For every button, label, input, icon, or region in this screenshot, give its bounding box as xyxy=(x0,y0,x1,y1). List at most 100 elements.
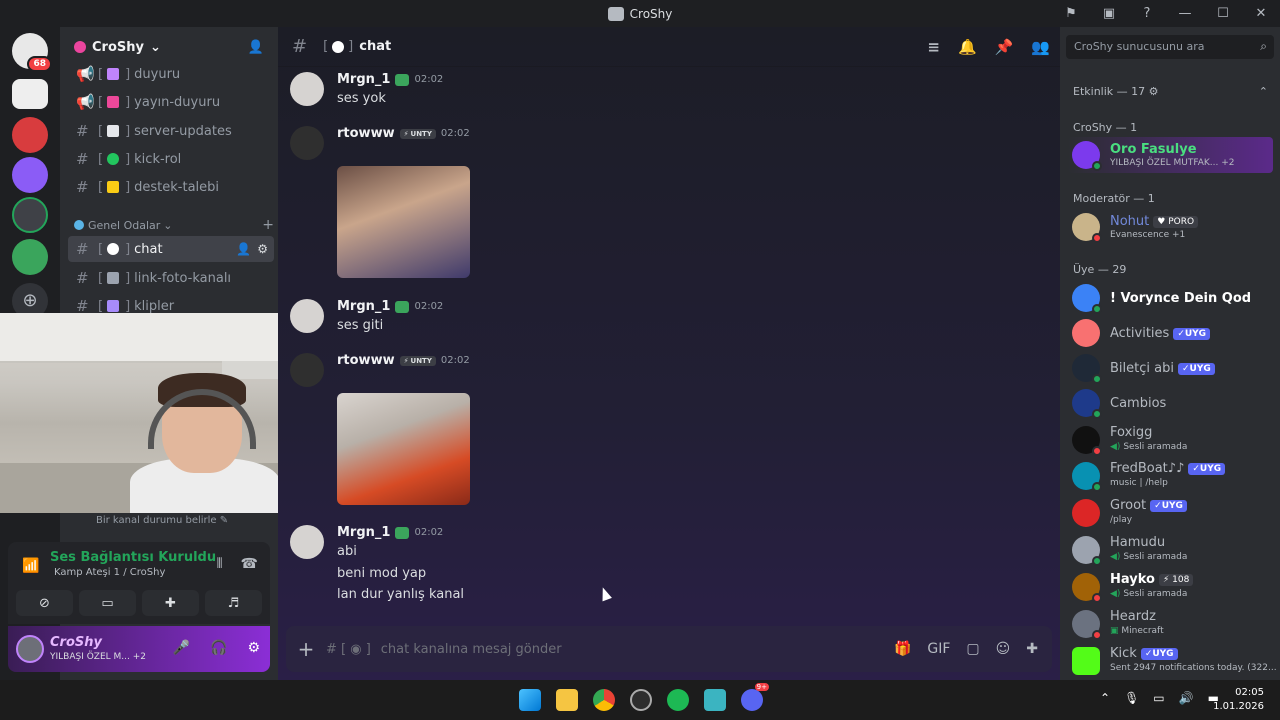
message-header: rtowww ⚡ UNTY 02:02 xyxy=(337,353,470,368)
inbox-icon[interactable]: ▣ xyxy=(1090,0,1128,27)
author-name[interactable]: Mrgn_1 xyxy=(337,299,390,314)
member-row[interactable]: Foxigg ◀) Sesli aramada xyxy=(1068,422,1273,458)
voice-channel[interactable]: Kamp Ateşi 1 / CroShy xyxy=(54,567,165,578)
member-row[interactable]: Kick ✓ UYG Sent 2947 notifications today… xyxy=(1068,643,1277,679)
author-name[interactable]: rtowww xyxy=(337,353,395,368)
member-row[interactable]: ! Vorynce Dein Qod xyxy=(1068,280,1273,316)
member-row[interactable]: FredBoat♪♪ ✓ UYG music | /help xyxy=(1068,458,1273,494)
category-genel-odalar[interactable]: Genel Odalar ⌄ + xyxy=(74,217,274,233)
close-button[interactable]: ✕ xyxy=(1242,0,1280,27)
member-list-icon[interactable]: 👥 xyxy=(1031,38,1050,56)
member-row[interactable]: Hayko ⚡ 108 ◀) Sesli aramada xyxy=(1068,569,1273,605)
noise-suppression-icon[interactable]: ⫴ xyxy=(217,556,223,572)
channel-yayin-duyuru[interactable]: 📢[] yayın-duyuru xyxy=(68,89,274,115)
file-explorer-icon[interactable] xyxy=(556,689,578,711)
chrome-icon[interactable] xyxy=(593,689,615,711)
channel-server-updates[interactable]: #[] server-updates xyxy=(68,118,274,144)
notepad-icon[interactable] xyxy=(704,689,726,711)
add-member-icon[interactable]: 👤 xyxy=(248,40,264,55)
message-image[interactable] xyxy=(337,166,470,278)
invite-icon[interactable]: 👤 xyxy=(236,242,251,256)
channel-kick-rol[interactable]: #[] kick-rol xyxy=(68,146,274,172)
activity-button[interactable]: ✚ xyxy=(142,590,199,616)
member-row[interactable]: Activities ✓ UYG xyxy=(1068,315,1273,351)
gear-icon[interactable]: ⚙ xyxy=(257,242,268,256)
avatar[interactable] xyxy=(290,299,324,333)
avatar[interactable] xyxy=(290,353,324,387)
author-name[interactable]: rtowww xyxy=(337,126,395,141)
obs-icon[interactable] xyxy=(630,689,652,711)
app-badge: ✓ UYG xyxy=(1140,647,1178,660)
message-image[interactable] xyxy=(337,393,470,505)
gift-icon[interactable]: 🎁 xyxy=(894,641,911,657)
server-icon-2[interactable] xyxy=(12,117,48,153)
channel-chat[interactable]: #[] chat 👤 ⚙ xyxy=(68,236,274,262)
server-icon-1[interactable] xyxy=(12,79,48,109)
member-row[interactable]: Groot ✓ UYG /play xyxy=(1068,495,1273,531)
spotify-icon[interactable] xyxy=(667,689,689,711)
chevron-up-icon[interactable]: ⌃ xyxy=(1100,691,1110,705)
member-row[interactable]: Oro Fasulye YILBAŞI ÖZEL MUTFAK... +2 xyxy=(1068,137,1273,173)
avatar[interactable] xyxy=(16,635,44,663)
network-icon[interactable]: ▭ xyxy=(1153,691,1164,705)
member-row[interactable]: Nohut ♥ PORO Evanescence +1 xyxy=(1068,209,1273,245)
member-row[interactable]: Heardz ▣ Minecraft xyxy=(1068,606,1273,642)
volume-icon[interactable]: 🔊 xyxy=(1179,691,1194,705)
channel-emoji-icon xyxy=(107,68,120,80)
chevron-down-icon: ⌄ xyxy=(163,218,173,232)
microphone-icon[interactable]: 🎤 xyxy=(173,640,190,656)
member-row[interactable]: Biletçi abi ✓ UYG xyxy=(1068,350,1273,386)
server-icon-croshy[interactable] xyxy=(12,197,48,233)
server-icon-5[interactable] xyxy=(12,239,48,275)
app-badge: ✓ UYG xyxy=(1188,462,1226,475)
headphones-icon[interactable]: 🎧 xyxy=(210,640,227,656)
disconnect-icon[interactable]: ☎ xyxy=(241,556,258,572)
message-composer[interactable]: + # [ ◉ ] chat kanalına mesaj gönder 🎁 G… xyxy=(286,626,1052,672)
apps-icon[interactable]: ✚ xyxy=(1026,641,1038,657)
member-row[interactable]: Cambios xyxy=(1068,385,1273,421)
emoji-icon[interactable]: ☺ xyxy=(996,641,1011,657)
voice-status[interactable]: Ses Bağlantısı Kuruldu xyxy=(50,550,216,565)
help-icon[interactable]: ? xyxy=(1128,0,1166,27)
member-row[interactable]: Hamudu ◀) Sesli aramada xyxy=(1068,532,1273,568)
guild-tag-text: UNTY xyxy=(410,356,432,365)
avatar[interactable] xyxy=(290,72,324,106)
bell-icon[interactable]: 🔔 xyxy=(958,38,977,56)
camera-toggle-button[interactable]: ⊘ xyxy=(16,590,73,616)
avatar[interactable] xyxy=(290,126,324,160)
author-name[interactable]: Mrgn_1 xyxy=(337,72,390,87)
pin-icon[interactable]: 📌 xyxy=(995,38,1014,56)
member-name: Groot ✓ UYG xyxy=(1110,498,1187,513)
member-name: Kick ✓ UYG xyxy=(1110,646,1178,661)
microphone-icon[interactable]: 🎙 xyxy=(1124,691,1139,705)
attach-plus-icon[interactable]: + xyxy=(286,637,326,661)
discord-icon[interactable]: 9+ xyxy=(741,683,769,711)
composer-channel-prefix: # [ ◉ ] xyxy=(326,641,371,657)
clock-time: 02:05 xyxy=(1235,687,1264,698)
search-input[interactable]: CroShy sunucusunu ara ⌕ xyxy=(1066,35,1274,59)
minimize-button[interactable]: — xyxy=(1166,0,1204,27)
soundboard-button[interactable]: ♬ xyxy=(205,590,262,616)
clock[interactable]: 02:05 1.01.2026 xyxy=(1213,686,1264,714)
screen-share-button[interactable]: ▭ xyxy=(79,590,136,616)
channel-duyuru[interactable]: 📢[] duyuru xyxy=(68,61,274,87)
flag-icon[interactable]: ⚑ xyxy=(1052,0,1090,27)
server-icon-3[interactable] xyxy=(12,157,48,193)
message-input[interactable]: chat kanalına mesaj gönder xyxy=(381,642,562,657)
author-name[interactable]: Mrgn_1 xyxy=(337,525,390,540)
gif-icon[interactable]: GIF xyxy=(927,641,950,657)
channel-status-prompt[interactable]: Bir kanal durumu belirle ✎ xyxy=(96,515,228,526)
gear-icon[interactable]: ⚙ xyxy=(247,640,260,656)
sticker-icon[interactable]: ▢ xyxy=(966,641,979,657)
home-button[interactable]: 68 xyxy=(12,33,52,72)
activity-header[interactable]: Etkinlik — 17 ⚙ ⌃ xyxy=(1073,85,1268,98)
channel-destek-talebi[interactable]: #[] destek-talebi xyxy=(68,174,274,200)
threads-icon[interactable]: ≡ xyxy=(927,38,940,56)
avatar[interactable] xyxy=(290,525,324,559)
add-channel-icon[interactable]: + xyxy=(262,217,274,233)
maximize-button[interactable]: ☐ xyxy=(1204,0,1242,27)
windows-start-icon[interactable] xyxy=(519,689,541,711)
app-badge-text: UYG xyxy=(1199,463,1222,474)
channel-link-foto-kanali[interactable]: #[] link-foto-kanalı xyxy=(68,265,274,291)
status-online-icon xyxy=(1092,409,1102,419)
